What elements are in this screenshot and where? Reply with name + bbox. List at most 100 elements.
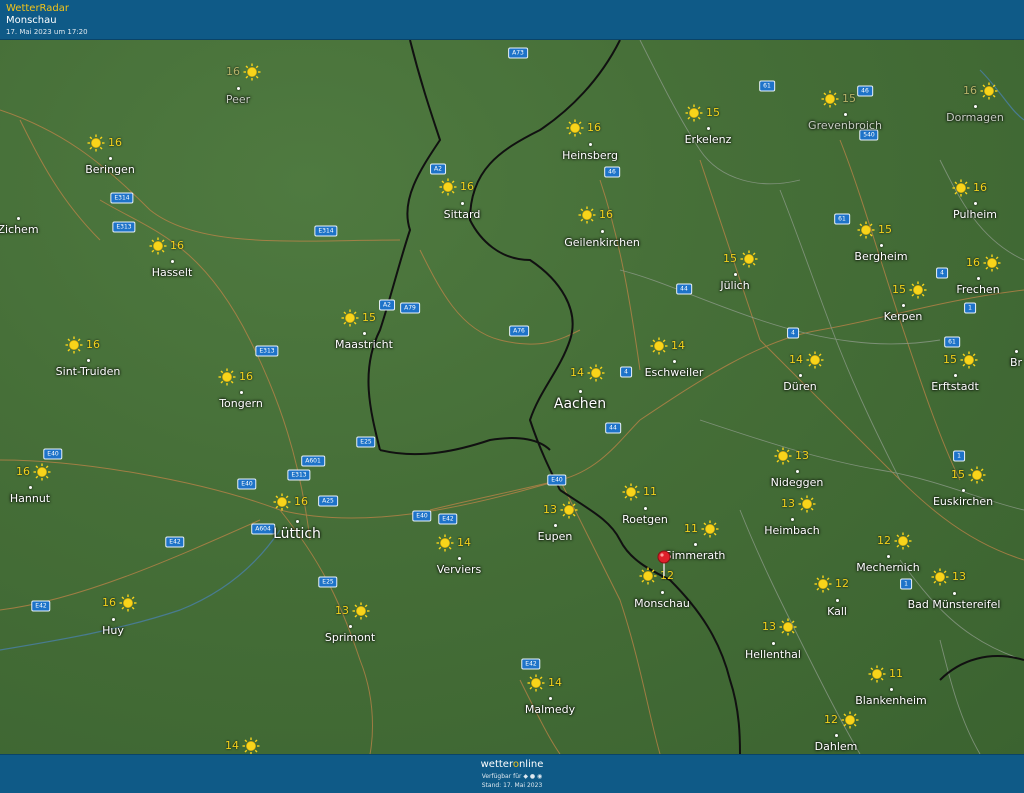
city-label: Beringen — [85, 163, 135, 176]
city-label: Heinsberg — [562, 149, 618, 162]
road-shield: E314 — [314, 225, 338, 237]
city-temperature: 14 — [457, 536, 471, 549]
road-shield: 4 — [620, 366, 632, 378]
sun-icon — [909, 281, 927, 299]
city-dot — [87, 359, 90, 362]
city-temperature: 13 — [795, 449, 809, 462]
sun-icon — [436, 534, 454, 552]
city-temperature: 15 — [892, 283, 906, 296]
city-temperature: 16 — [86, 338, 100, 351]
city-temperature: 11 — [643, 485, 657, 498]
road-shield: E25 — [356, 436, 376, 448]
city-label: Kerpen — [883, 310, 923, 323]
city-temperature: 15 — [362, 311, 376, 324]
road-shield: A2 — [379, 299, 395, 311]
city-temperature: 13 — [781, 497, 795, 510]
road-shield: E313 — [255, 345, 279, 357]
road-shield: 46 — [857, 85, 873, 97]
city-label: Bergheim — [854, 250, 908, 263]
road-shield: 46 — [604, 166, 620, 178]
road-shield: 4 — [787, 327, 799, 339]
road-shield: E40 — [43, 448, 63, 460]
weather-map[interactable]: A73 61 46 540 46 A2 E314 E313 E314 61 4 A2 A79 A76 44 4… — [0, 40, 1024, 754]
city-label: Eschweiler — [644, 366, 704, 379]
city-label: Düren — [783, 380, 817, 393]
city-label: Dahlem — [814, 740, 858, 753]
city-temperature: 15 — [951, 468, 965, 481]
road-shield: A25 — [318, 495, 338, 507]
city-dot — [796, 470, 799, 473]
map-lines — [0, 40, 1024, 754]
city-dot — [644, 507, 647, 510]
sun-icon — [587, 364, 605, 382]
city-label: Monschau — [634, 597, 690, 610]
city-dot — [171, 260, 174, 263]
sun-icon — [983, 254, 1001, 272]
city-label: Blankenheim — [855, 694, 927, 707]
city-label: Grevenbroich — [808, 119, 882, 132]
city-temperature: 16 — [973, 181, 987, 194]
city-dot — [296, 520, 299, 523]
location-pin-icon[interactable] — [656, 550, 672, 576]
city-temperature: 16 — [108, 136, 122, 149]
city-label: Eupen — [537, 530, 573, 543]
city-temperature: 14 — [570, 366, 584, 379]
road-shield: 44 — [605, 422, 621, 434]
city-label: Sprimont — [324, 631, 376, 644]
city-temperature: 16 — [16, 465, 30, 478]
city-label: Huy — [102, 624, 124, 637]
city-temperature: 16 — [963, 84, 977, 97]
city-temperature: 13 — [543, 503, 557, 516]
city-temperature: 14 — [225, 739, 239, 752]
sun-icon — [952, 179, 970, 197]
sun-icon — [243, 63, 261, 81]
sun-icon — [857, 221, 875, 239]
city-dot — [589, 143, 592, 146]
city-dot — [772, 642, 775, 645]
city-temperature: 14 — [671, 339, 685, 352]
sun-icon — [798, 495, 816, 513]
city-temperature: 16 — [966, 256, 980, 269]
road-shield: 1 — [900, 578, 912, 590]
sun-icon — [33, 463, 51, 481]
sun-icon — [960, 351, 978, 369]
city-label: Aachen — [553, 396, 607, 412]
city-dot — [953, 592, 956, 595]
city-dot — [554, 524, 557, 527]
city-label: Maastricht — [335, 338, 393, 351]
city-dot — [890, 688, 893, 691]
sun-icon — [149, 237, 167, 255]
city-dot — [29, 486, 32, 489]
city-label: Zichem — [0, 223, 39, 236]
footer-logo[interactable]: wetteronline — [0, 759, 1024, 770]
sun-icon — [639, 567, 657, 585]
road-shield: A604 — [251, 523, 275, 535]
sun-icon — [650, 337, 668, 355]
road-shield: E42 — [31, 600, 51, 612]
sun-icon — [701, 520, 719, 538]
sun-icon — [685, 104, 703, 122]
city-temperature: 12 — [835, 577, 849, 590]
sun-icon — [821, 90, 839, 108]
city-dot — [694, 543, 697, 546]
sun-icon — [894, 532, 912, 550]
city-dot — [962, 489, 965, 492]
city-dot — [461, 202, 464, 205]
road-shield: A76 — [509, 325, 529, 337]
city-dot — [109, 157, 112, 160]
road-shield: A2 — [430, 163, 446, 175]
city-temperature: 11 — [889, 667, 903, 680]
road-shield: E313 — [287, 469, 311, 481]
road-shield: A601 — [301, 455, 325, 467]
sun-icon — [273, 493, 291, 511]
road-shield: 61 — [834, 213, 850, 225]
city-temperature: 15 — [723, 252, 737, 265]
city-label: Euskirchen — [932, 495, 994, 508]
city-temperature: 12 — [824, 713, 838, 726]
app-footer: wetteronline Verfügbar für ◆ ● ◉ Stand: … — [0, 754, 1024, 793]
road-shield: 1 — [953, 450, 965, 462]
city-label: Erftstadt — [931, 380, 979, 393]
sun-icon — [740, 250, 758, 268]
city-temperature: 13 — [335, 604, 349, 617]
city-dot — [791, 518, 794, 521]
